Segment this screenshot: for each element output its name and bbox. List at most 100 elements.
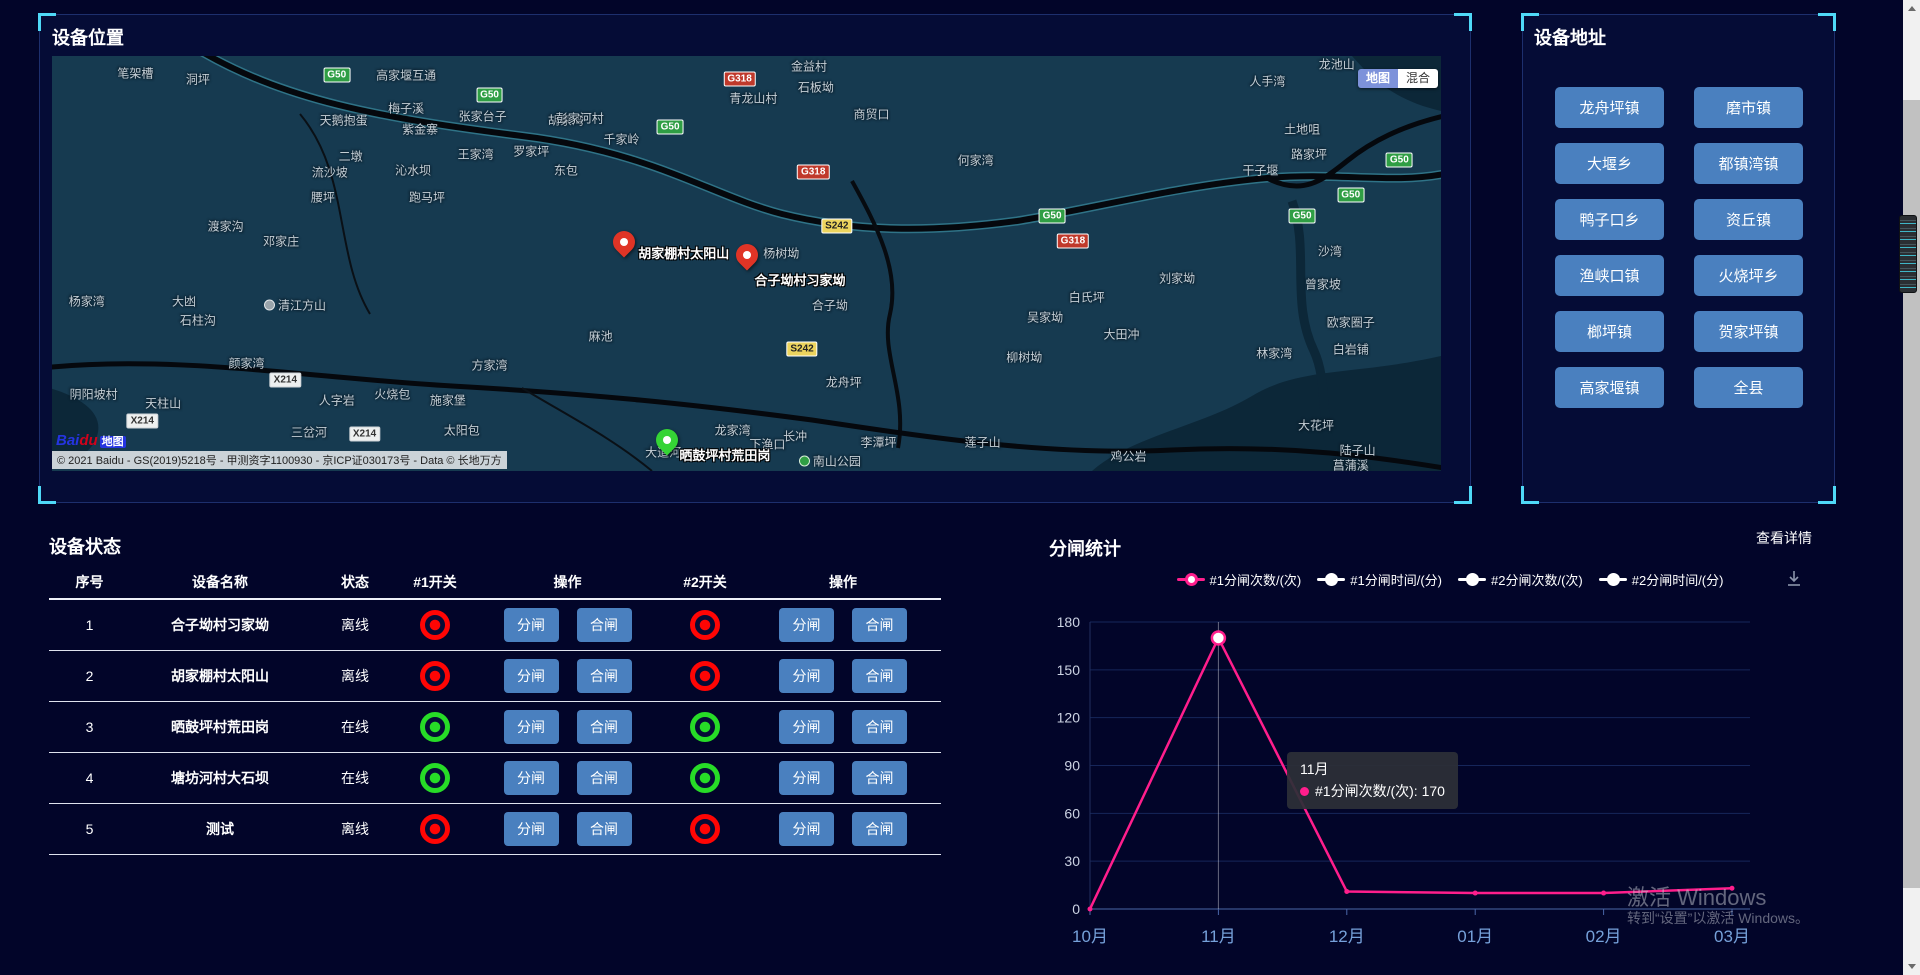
address-button[interactable]: 都镇湾镇 <box>1694 143 1803 184</box>
trip-button[interactable]: 分闸 <box>504 812 559 846</box>
legend-item[interactable]: #2分闸次数/(次) <box>1458 570 1583 589</box>
close-button[interactable]: 合闸 <box>852 761 907 795</box>
map-label: 龙家湾 <box>715 421 751 438</box>
trip-button[interactable]: 分闸 <box>504 761 559 795</box>
address-button[interactable]: 鸭子口乡 <box>1555 199 1664 240</box>
windows-activate-watermark-hint: 转到“设置”以激活 Windows。 <box>1627 908 1809 928</box>
close-button[interactable]: 合闸 <box>577 812 632 846</box>
trip-button[interactable]: 分闸 <box>779 710 834 744</box>
map-label: 商贸口 <box>853 106 889 123</box>
trip-button[interactable]: 分闸 <box>504 659 559 693</box>
map-label: 路家坪 <box>1291 145 1327 162</box>
trip-button[interactable]: 分闸 <box>504 710 559 744</box>
switch2-cell <box>665 599 745 651</box>
close-button[interactable]: 合闸 <box>577 608 632 642</box>
operation-cell-1: 分闸合闸 <box>470 804 665 855</box>
map-label: 何家湾 <box>958 151 994 168</box>
switch1-cell <box>400 804 470 855</box>
address-button[interactable]: 龙舟坪镇 <box>1555 87 1664 128</box>
close-button[interactable]: 合闸 <box>852 608 907 642</box>
trip-button[interactable]: 分闸 <box>779 812 834 846</box>
y-axis-tick-label: 30 <box>1064 853 1080 869</box>
map-marker-label: 晒鼓坪村荒田岗 <box>679 445 770 464</box>
map-label: 石板坳 <box>798 79 834 96</box>
x-axis-tick-label: 11月 <box>1201 927 1236 946</box>
map-label: 阴阳坡村 <box>70 386 118 403</box>
legend-item[interactable]: #1分闸次数/(次) <box>1177 570 1302 589</box>
map-label: 大花坪 <box>1298 417 1334 434</box>
close-button[interactable]: 合闸 <box>577 761 632 795</box>
close-button[interactable]: 合闸 <box>852 710 907 744</box>
baidu-map[interactable]: 笔架槽洞坪G50高家堰互通金益村G318石板坳青龙山村龙池山人手湾天鹅抱蛋梅子溪… <box>52 56 1441 471</box>
address-button[interactable]: 全县 <box>1694 367 1803 408</box>
scroll-widget[interactable] <box>1899 215 1917 293</box>
row-index: 3 <box>49 702 130 753</box>
panel-title-trip-stats: 分闸统计 <box>1049 535 1121 561</box>
device-name: 合子坳村习家坳 <box>130 599 310 651</box>
operation-cell-2: 分闸合闸 <box>745 599 941 651</box>
switch2-indicator <box>690 661 720 691</box>
road-shield: G50 <box>657 119 684 134</box>
address-button[interactable]: 资丘镇 <box>1694 199 1803 240</box>
legend-item[interactable]: #1分闸时间/(分) <box>1317 570 1442 589</box>
road-shield: G50 <box>1039 208 1066 223</box>
map-type-toggle[interactable]: 地图 混合 <box>1358 69 1438 88</box>
trip-button[interactable]: 分闸 <box>779 659 834 693</box>
device-status: 离线 <box>310 804 400 855</box>
map-label: 王家湾 <box>458 145 494 162</box>
operation-cell-2: 分闸合闸 <box>745 753 941 804</box>
map-label: 白岩铺 <box>1333 340 1369 357</box>
trip-button[interactable]: 分闸 <box>779 608 834 642</box>
map-label: 麻池 <box>589 328 613 345</box>
road-shield: G50 <box>1289 208 1316 223</box>
map-label: 施家堡 <box>430 392 466 409</box>
map-label: 天柱山 <box>145 394 181 411</box>
road-shield: X214 <box>127 414 158 429</box>
close-button[interactable]: 合闸 <box>852 812 907 846</box>
map-label: 天鹅抱蛋 <box>320 112 368 129</box>
address-button[interactable]: 磨市镇 <box>1694 87 1803 128</box>
map-label: 人手湾 <box>1249 72 1285 89</box>
scrollbar-up-arrow-icon[interactable] <box>1903 0 1920 17</box>
tooltip-title: 11月 <box>1300 759 1445 781</box>
corner-accent <box>38 486 56 504</box>
table-row: 4塘坊河村大石坝在线分闸合闸分闸合闸 <box>49 753 941 804</box>
map-label: 土地咀 <box>1284 120 1320 137</box>
map-label: 二墩 <box>339 147 363 164</box>
map-label: 跑马坪 <box>409 189 445 206</box>
legend-item[interactable]: #2分闸时间/(分) <box>1599 570 1724 589</box>
map-type-hybrid[interactable]: 混合 <box>1398 69 1438 88</box>
close-button[interactable]: 合闸 <box>577 710 632 744</box>
close-button[interactable]: 合闸 <box>852 659 907 693</box>
trip-button[interactable]: 分闸 <box>504 608 559 642</box>
switch1-indicator <box>420 814 450 844</box>
scrollbar-down-arrow-icon[interactable] <box>1903 958 1920 975</box>
address-button[interactable]: 榔坪镇 <box>1555 311 1664 352</box>
row-index: 5 <box>49 804 130 855</box>
map-label: 龙舟坪 <box>826 373 862 390</box>
data-point <box>1601 891 1606 896</box>
road-shield: G50 <box>323 67 350 82</box>
close-button[interactable]: 合闸 <box>577 659 632 693</box>
map-label: 合子坳 <box>812 297 848 314</box>
address-button[interactable]: 贺家坪镇 <box>1694 311 1803 352</box>
address-button[interactable]: 渔峡口镇 <box>1555 255 1664 296</box>
address-button[interactable]: 高家堰镇 <box>1555 367 1664 408</box>
map-type-map[interactable]: 地图 <box>1358 69 1398 88</box>
row-index: 1 <box>49 599 130 651</box>
trip-button[interactable]: 分闸 <box>779 761 834 795</box>
map-label: 千家岭 <box>603 131 639 148</box>
address-button[interactable]: 火烧坪乡 <box>1694 255 1803 296</box>
map-label: 石柱沟 <box>180 311 216 328</box>
table-row: 5测试离线分闸合闸分闸合闸 <box>49 804 941 855</box>
address-button[interactable]: 大堰乡 <box>1555 143 1664 184</box>
switch2-cell <box>665 804 745 855</box>
column-header: 序号 <box>49 566 130 599</box>
map-label: 彭家河村 <box>556 110 604 127</box>
tooltip-row: #1分闸次数/(次): 170 <box>1300 781 1445 803</box>
view-details-link[interactable]: 查看详情 <box>1756 528 1812 548</box>
x-axis-tick-label: 12月 <box>1329 927 1365 946</box>
map-label: 鸡公岩 <box>1110 448 1146 465</box>
map-label: 菖蒲溪 <box>1333 456 1369 471</box>
window-scrollbar[interactable] <box>1903 0 1920 975</box>
